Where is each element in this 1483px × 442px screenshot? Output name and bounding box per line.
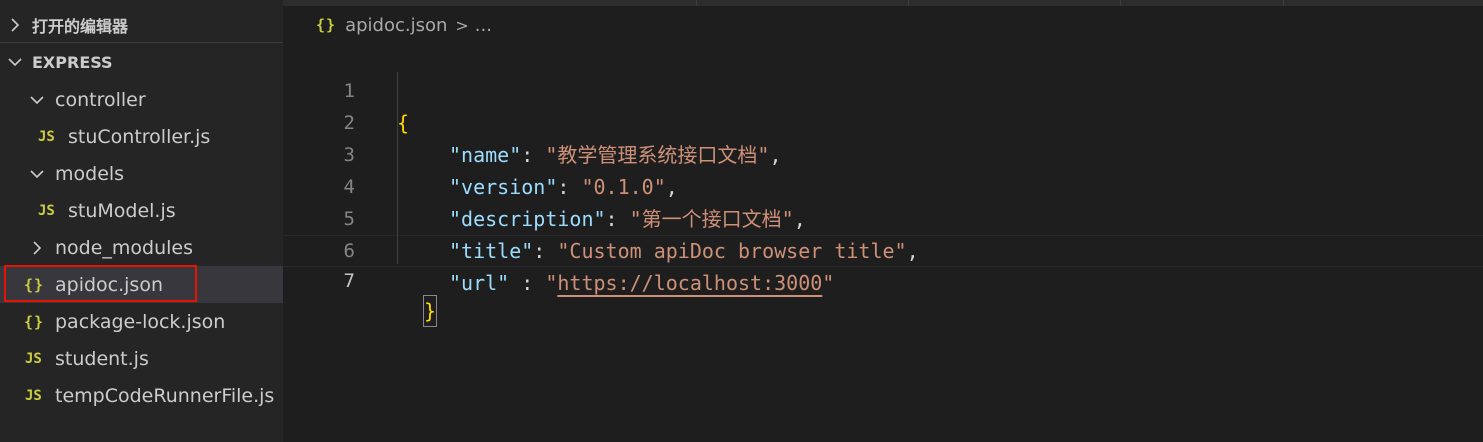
json-close-brace: } <box>422 295 438 327</box>
tree-folder-controller[interactable]: controller <box>0 81 283 118</box>
code-line: 1 { <box>283 43 1483 135</box>
chevron-right-icon <box>11 18 20 32</box>
javascript-file-icon: JS <box>38 202 55 219</box>
javascript-file-icon: JS <box>25 350 42 367</box>
tree-item-label: stuController.js <box>68 125 211 148</box>
section-divider <box>0 42 283 43</box>
editor-tab-strip <box>283 0 1483 6</box>
breadcrumb: {} apidoc.json > ... <box>316 12 492 38</box>
json-value-quote: " <box>822 271 835 295</box>
tree-item-label: models <box>55 162 125 185</box>
code-editor[interactable]: 1 { 2 "name": "教学管理系统接口文档", 3 "version":… <box>283 40 1483 442</box>
tree-folder-models[interactable]: models <box>0 155 283 192</box>
code-line: 4 "description": "第一个接口文档", <box>283 139 1483 231</box>
json-value-quote: " <box>545 271 558 295</box>
tree-item-label: package-lock.json <box>55 310 226 333</box>
tree-item-label: controller <box>55 88 146 111</box>
tab-separator <box>908 0 909 6</box>
code-line: 3 "version": "0.1.0", <box>283 107 1483 199</box>
tree-file-student-js[interactable]: JS student.js <box>0 340 283 377</box>
chevron-down-icon <box>30 169 44 178</box>
chevron-down-icon <box>8 58 22 67</box>
json-file-icon: {} <box>24 312 45 331</box>
tree-file-tempcoderunnerfile-js[interactable]: JS tempCodeRunnerFile.js <box>0 377 283 414</box>
tree-file-stumodel[interactable]: JS stuModel.js <box>0 192 283 229</box>
workspace-section-header[interactable]: EXPRESS <box>0 45 283 79</box>
tab-separator <box>696 0 697 6</box>
breadcrumb-file[interactable]: apidoc.json <box>345 15 447 36</box>
tree-item-label: stuModel.js <box>68 199 176 222</box>
open-editors-section-header[interactable]: 打开的编辑器 <box>0 8 283 42</box>
code-content: "url" : "https://localhost:3000" <box>449 267 834 299</box>
chevron-right-icon <box>33 240 42 255</box>
code-line-current: 7 } <box>283 235 1483 327</box>
json-url-link[interactable]: https://localhost:3000 <box>557 271 822 295</box>
tree-item-label: student.js <box>55 347 149 370</box>
breadcrumb-more[interactable]: ... <box>475 15 492 36</box>
tree-file-package-lock-json[interactable]: {} package-lock.json <box>0 303 283 340</box>
javascript-file-icon: JS <box>25 387 42 404</box>
tab-separator <box>1120 0 1121 6</box>
explorer-sidebar: 打开的编辑器 EXPRESS controller JS stuControll… <box>0 0 283 442</box>
open-editors-label: 打开的编辑器 <box>32 17 129 36</box>
tree-item-label: tempCodeRunnerFile.js <box>55 384 275 407</box>
tree-item-label: node_modules <box>55 236 194 259</box>
tree-folder-node-modules[interactable]: node_modules <box>0 229 283 266</box>
chevron-right-icon: > <box>455 15 469 35</box>
json-key: "url" <box>449 271 510 295</box>
workspace-label: EXPRESS <box>32 52 113 72</box>
line-number: 7 <box>343 270 355 292</box>
tab-separator <box>1283 0 1284 6</box>
json-file-icon: {} <box>316 16 337 34</box>
code-line: 5 "title": "Custom apiDoc browser title"… <box>283 171 1483 263</box>
javascript-file-icon: JS <box>38 128 55 145</box>
code-line: 6 "url" : "https://localhost:3000" <box>283 203 1483 295</box>
tree-file-stucontroller[interactable]: JS stuController.js <box>0 118 283 155</box>
code-line: 2 "name": "教学管理系统接口文档", <box>283 75 1483 167</box>
chevron-down-icon <box>30 95 44 104</box>
indent-guide <box>397 72 398 264</box>
annotation-highlight-box <box>4 265 197 302</box>
json-colon: : <box>509 271 546 295</box>
